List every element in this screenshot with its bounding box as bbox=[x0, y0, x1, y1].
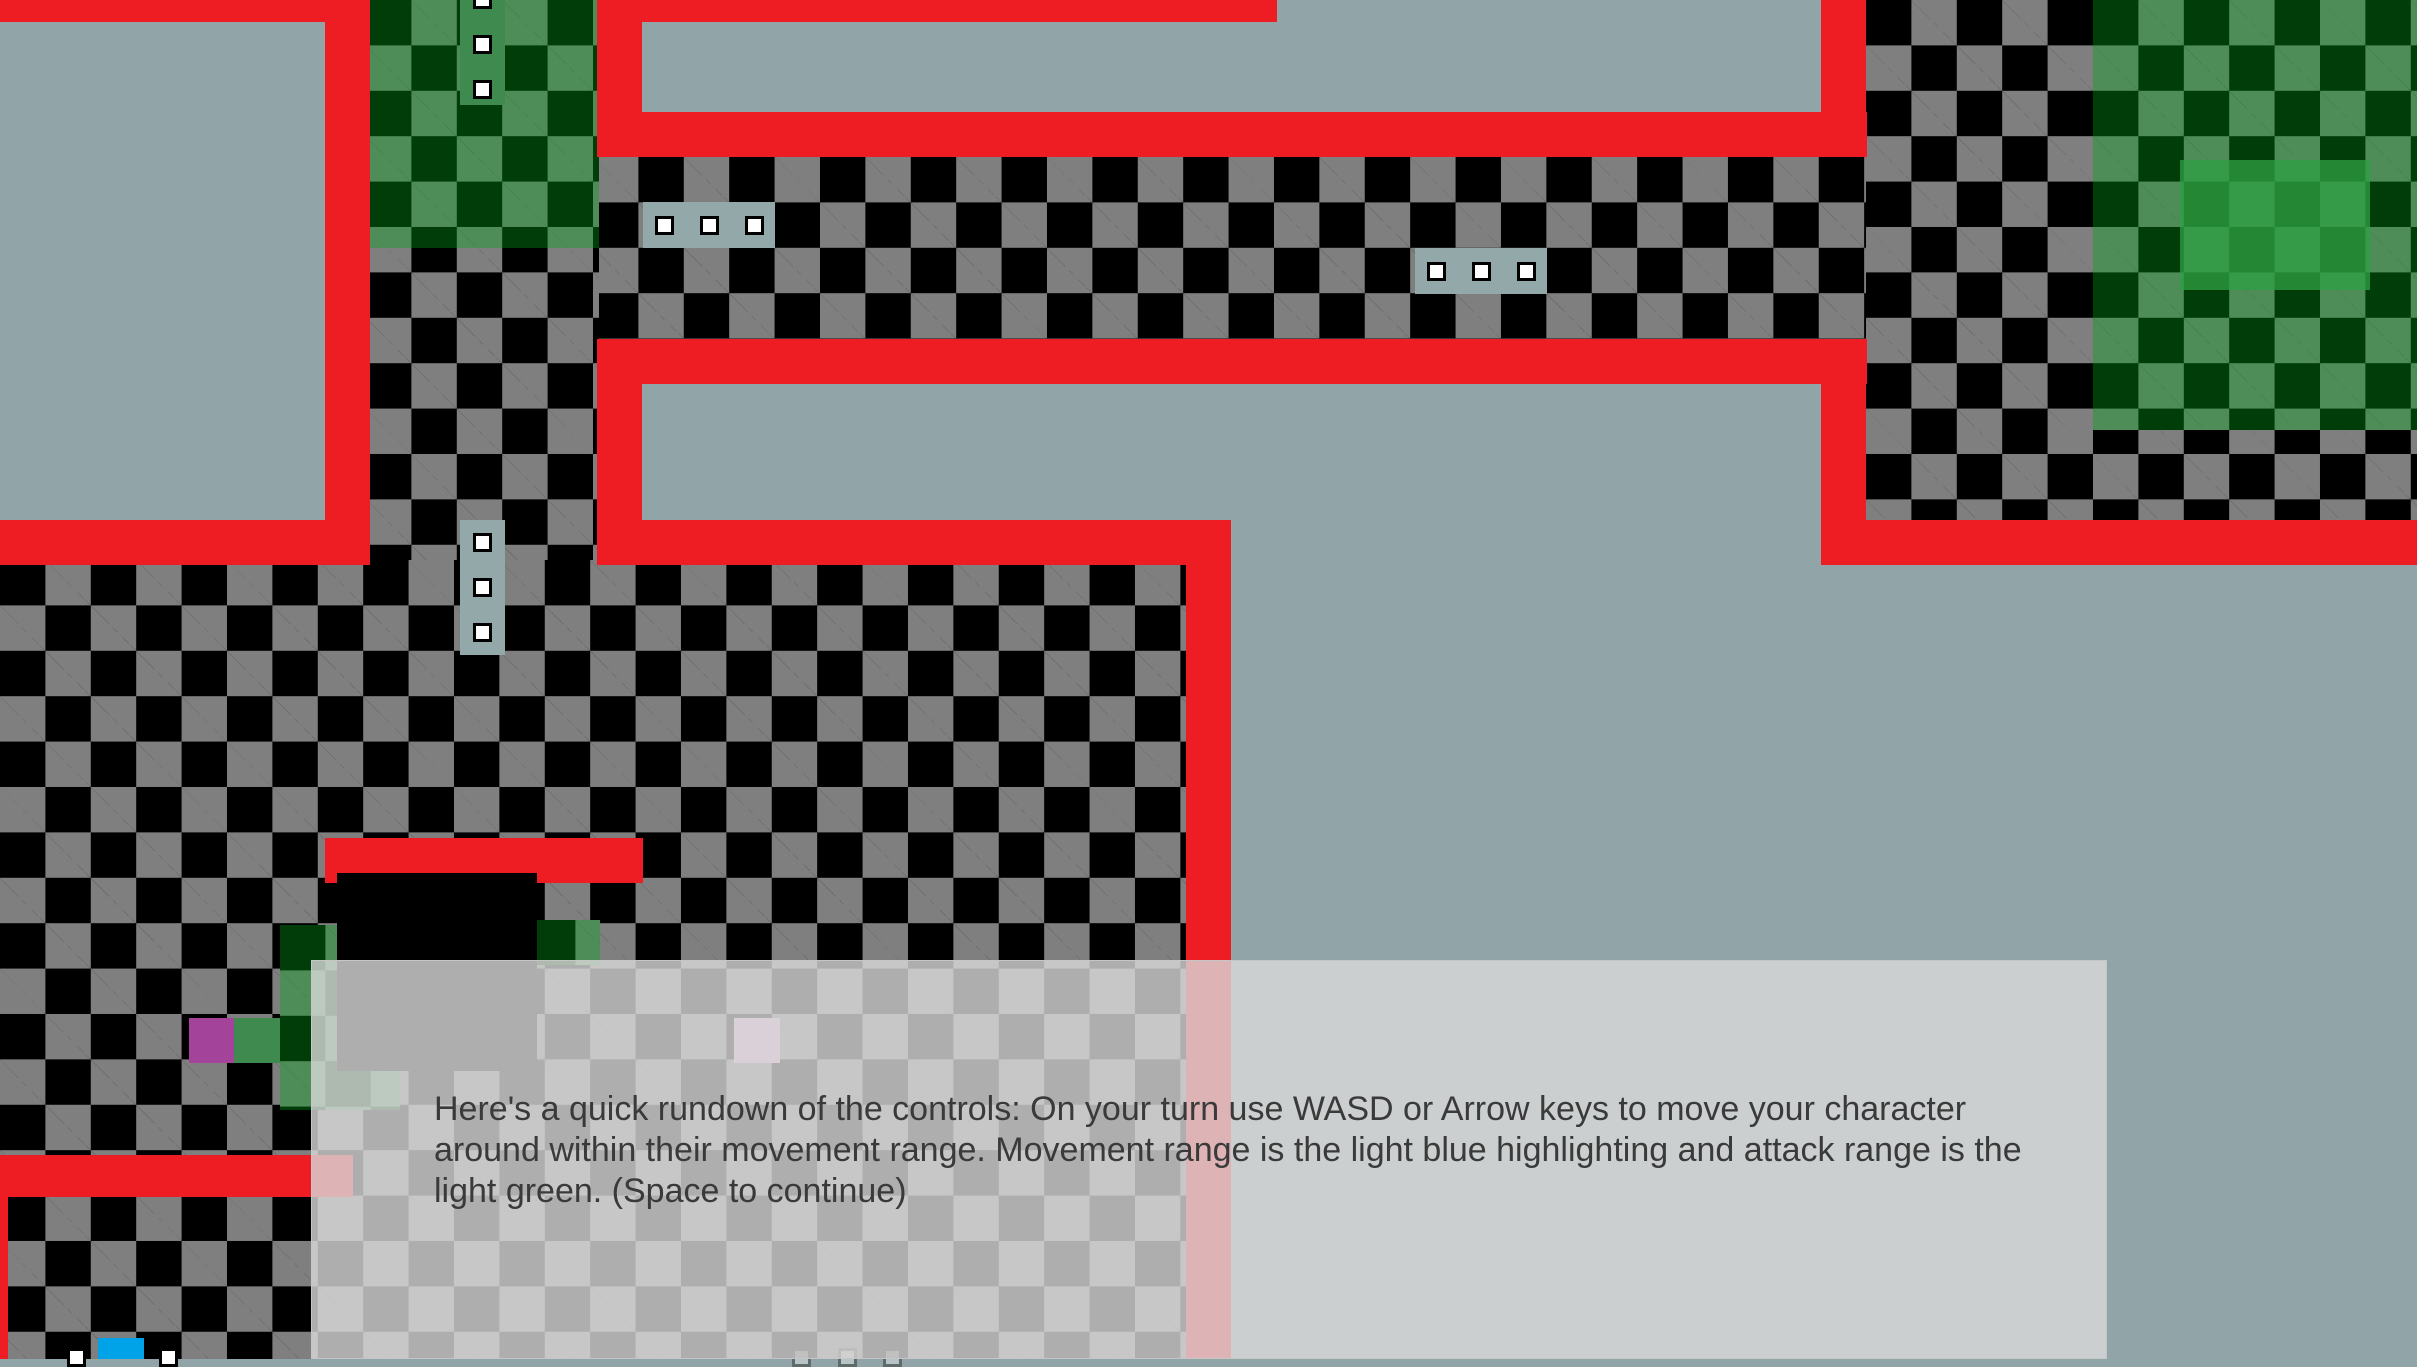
tutorial-dialog[interactable]: Here's a quick rundown of the controls: … bbox=[311, 960, 2107, 1359]
marker-group-top bbox=[460, 0, 505, 105]
dialog-text: Here's a quick rundown of the controls: … bbox=[434, 1090, 2022, 1210]
marker-group-corridor-2 bbox=[1415, 248, 1547, 294]
marker-icon bbox=[473, 533, 492, 552]
marker-icon bbox=[699, 215, 719, 235]
marker-group-corridor-1 bbox=[643, 202, 775, 248]
wall-left-edge bbox=[0, 1155, 8, 1359]
wall-corridor-top bbox=[597, 112, 1867, 157]
player-unit-tile[interactable] bbox=[98, 1338, 144, 1359]
highlight-right bbox=[2180, 160, 2370, 290]
wall-inner-left-vertical bbox=[597, 0, 642, 157]
attack-range-small bbox=[530, 920, 600, 965]
marker-group-vertical bbox=[460, 520, 505, 655]
wall-left-vertical bbox=[325, 0, 370, 565]
marker-icon bbox=[1471, 261, 1491, 281]
wall-main-room-top bbox=[597, 520, 1231, 565]
marker-icon bbox=[473, 80, 492, 99]
marker-icon bbox=[1426, 261, 1446, 281]
marker-icon bbox=[473, 35, 492, 54]
marker-icon bbox=[744, 215, 764, 235]
marker-icon bbox=[473, 578, 492, 597]
wall-right-room-left-vertical bbox=[1821, 0, 1866, 157]
attack-range-tile bbox=[234, 1018, 280, 1063]
wall-top-strip bbox=[0, 0, 366, 22]
marker-icon bbox=[159, 1348, 178, 1367]
wall-top-center-strip bbox=[597, 0, 1277, 22]
marker-icon bbox=[67, 1348, 86, 1367]
wall-lower-left bbox=[8, 1155, 353, 1197]
wall-corridor-bottom bbox=[597, 339, 1867, 384]
wall-top-left-horizontal bbox=[0, 520, 370, 565]
wall-right-room-bottom bbox=[1821, 520, 2417, 565]
marker-icon bbox=[654, 215, 674, 235]
marker-icon bbox=[1516, 261, 1536, 281]
marker-icon bbox=[473, 623, 492, 642]
marker-icon bbox=[473, 0, 492, 9]
enemy-unit-tile[interactable] bbox=[189, 1018, 234, 1063]
